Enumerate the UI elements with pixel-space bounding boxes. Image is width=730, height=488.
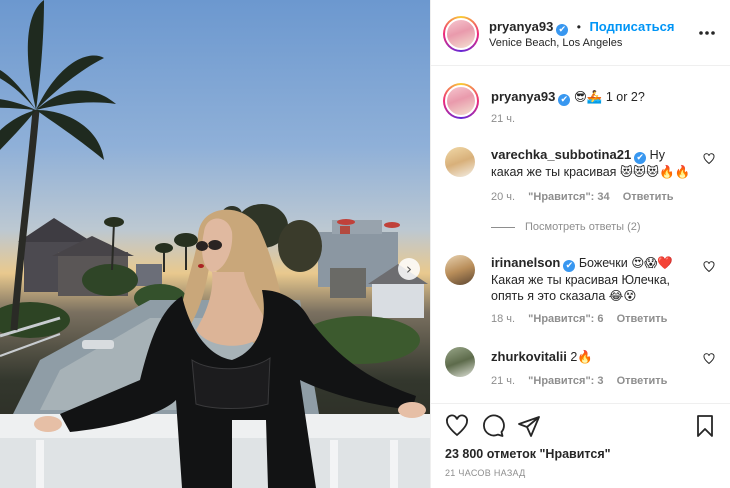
comment-text: 2🔥 [570,350,593,364]
separator-dot: • [576,20,581,34]
comment-username[interactable]: zhurkovitalii [491,349,567,364]
post-actions: 23 800 отметок "Нравится" 21 ЧАСОВ НАЗАД [431,403,730,488]
comment-meta: 20 ч. "Нравится": 34 Ответить [491,191,684,203]
share-icon[interactable] [517,414,541,438]
post-panel: pryanya93 ✔ • Подписаться Venice Beach, L… [430,0,730,488]
verified-icon: ✔ [558,94,571,106]
comment-time[interactable]: 18 ч. [491,313,515,325]
likes-count[interactable]: 23 800 отметок "Нравится" [445,447,611,461]
comment-username[interactable]: varechka_subbotina21 [491,147,631,162]
comment-item: zhurkovitalii 2🔥 21 ч. "Нравится": 3 Отв… [445,347,715,397]
comment-time[interactable]: 20 ч. [491,191,515,203]
comments-list[interactable]: pryanya93 ✔ 😎🚣 1 or 2? 21 ч. varechka_sub… [431,67,730,403]
comment-item: varechka_subbotina21 ✔ Ну какая же ты кра… [445,147,715,207]
comment-text-row: zhurkovitalii 2🔥 [491,349,697,365]
chevron-right-icon: › [406,260,412,278]
heart-icon[interactable] [703,153,715,165]
post-header: pryanya93 ✔ • Подписаться Venice Beach, L… [431,0,730,66]
caption-avatar[interactable] [443,83,479,119]
author-avatar[interactable] [443,16,479,52]
comment-likes[interactable]: "Нравится": 34 [528,191,609,203]
carousel-next-button[interactable]: › [398,258,420,280]
author-username[interactable]: pryanya93 [489,19,553,34]
caption-meta: 21 ч. [491,113,525,125]
post-photo[interactable]: › [0,0,430,488]
follow-button[interactable]: Подписаться [589,19,674,34]
comment-icon[interactable] [481,414,505,438]
verified-icon: ✔ [634,152,647,164]
verified-icon: ✔ [556,24,569,36]
comment-username[interactable]: irinanelson [491,255,560,270]
caption-text-row: pryanya93 ✔ 😎🚣 1 or 2? [491,89,697,106]
caption-username[interactable]: pryanya93 [491,89,555,104]
comment-time[interactable]: 21 ч. [491,375,515,387]
header-title-row: pryanya93 ✔ • Подписаться [489,18,674,36]
reply-button[interactable]: Ответить [617,313,668,325]
comment-text-row: varechka_subbotina21 ✔ Ну какая же ты кра… [491,147,697,180]
reply-button[interactable]: Ответить [623,191,674,203]
commenter-avatar[interactable] [445,147,475,177]
heart-icon[interactable] [703,353,715,365]
verified-icon: ✔ [563,260,576,272]
reply-button[interactable]: Ответить [617,375,668,387]
post-timestamp[interactable]: 21 ЧАСОВ НАЗАД [445,468,526,478]
caption-text: 😎🚣 1 or 2? [573,90,645,104]
replies-dash [491,226,515,228]
like-heart-icon[interactable] [445,414,469,438]
caption: pryanya93 ✔ 😎🚣 1 or 2? 21 ч. [443,83,715,147]
photo-scene [0,0,430,488]
commenter-avatar[interactable] [445,255,475,285]
post-location[interactable]: Venice Beach, Los Angeles [489,37,622,49]
comment-meta: 21 ч. "Нравится": 3 Ответить [491,375,677,387]
commenter-avatar[interactable] [445,347,475,377]
caption-time[interactable]: 21 ч. [491,113,515,125]
heart-icon[interactable] [703,261,715,273]
more-horizontal-icon[interactable] [698,30,716,36]
comment-likes[interactable]: "Нравится": 3 [528,375,603,387]
comment-item: irinanelson ✔ Божечки 😍😱❤️ Какая же ты кр… [445,255,715,335]
comment-meta: 18 ч. "Нравится": 6 Ответить [491,313,677,325]
comment-text-row: irinanelson ✔ Божечки 😍😱❤️ Какая же ты кр… [491,255,697,304]
comment-likes[interactable]: "Нравится": 6 [528,313,603,325]
view-replies-button[interactable]: Посмотреть ответы (2) [491,221,641,233]
view-replies-label: Посмотреть ответы (2) [525,221,641,233]
bookmark-icon[interactable] [693,414,717,438]
